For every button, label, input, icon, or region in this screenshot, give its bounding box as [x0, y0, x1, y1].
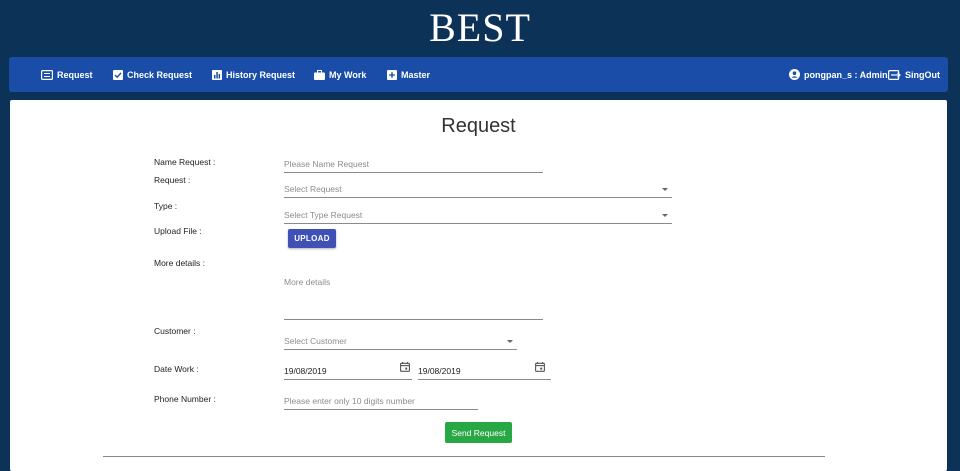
top-navbar: Request Check Request History Request My… — [9, 57, 948, 92]
customer-select-placeholder: Select Customer — [284, 336, 347, 346]
list-alt-icon — [41, 69, 53, 80]
signout-label: SingOut — [905, 69, 940, 80]
calendar-icon[interactable] — [400, 359, 410, 377]
request-form-card: Request Name Request : Please Name Reque… — [10, 100, 947, 471]
request-select-placeholder: Select Request — [284, 184, 342, 194]
bar-chart-icon — [212, 69, 222, 80]
user-menu[interactable]: pongpan_s : Admin — [789, 57, 888, 92]
plus-square-icon — [387, 69, 397, 80]
nav-item-label: My Work — [329, 69, 367, 80]
request-select[interactable]: Select Request — [284, 181, 672, 198]
app-brand: BEST — [429, 5, 531, 50]
request-label: Request : — [154, 175, 191, 185]
exit-icon — [888, 69, 901, 80]
upload-button[interactable]: UPLOAD — [288, 229, 336, 248]
signout-button[interactable]: SingOut — [888, 57, 940, 92]
date-start-input[interactable]: 19/08/2019 — [284, 362, 412, 380]
customer-label: Customer : — [154, 326, 196, 336]
check-square-icon — [113, 69, 123, 80]
more-details-textarea[interactable]: More details — [284, 273, 543, 320]
user-label: pongpan_s : Admin — [804, 69, 888, 80]
type-select-placeholder: Select Type Request — [284, 210, 363, 220]
phone-number-placeholder: Please enter only 10 digits number — [284, 396, 415, 406]
date-end-input[interactable]: 19/08/2019 — [418, 362, 551, 380]
name-request-input[interactable]: Please Name Request — [284, 156, 543, 173]
customer-select[interactable]: Select Customer — [284, 333, 517, 350]
phone-number-input[interactable]: Please enter only 10 digits number — [284, 393, 478, 410]
name-request-placeholder: Please Name Request — [284, 159, 370, 169]
chevron-down-icon — [662, 214, 668, 217]
nav-item-label: History Request — [226, 69, 296, 80]
name-request-label: Name Request : — [154, 157, 216, 167]
nav-item-check-request[interactable]: Check Request — [113, 57, 192, 92]
upload-file-label: Upload File : — [154, 226, 202, 236]
nav-item-label: Master — [401, 69, 431, 80]
date-work-label: Date Work : — [154, 364, 199, 374]
account-circle-icon — [789, 69, 800, 80]
briefcase-icon — [314, 69, 325, 80]
more-details-label: More details : — [154, 258, 206, 268]
date-start-value: 19/08/2019 — [284, 366, 327, 376]
phone-number-label: Phone Number : — [154, 394, 216, 404]
calendar-icon[interactable] — [535, 359, 545, 377]
nav-item-request[interactable]: Request — [41, 57, 93, 92]
nav-item-label: Request — [57, 69, 93, 80]
chevron-down-icon — [662, 188, 668, 191]
send-request-button[interactable]: Send Request — [445, 422, 512, 443]
nav-item-master[interactable]: Master — [387, 57, 430, 92]
date-end-value: 19/08/2019 — [418, 366, 461, 376]
chevron-down-icon — [507, 340, 513, 343]
type-label: Type : — [154, 201, 178, 211]
nav-item-label: Check Request — [127, 69, 193, 80]
type-select[interactable]: Select Type Request — [284, 207, 672, 224]
nav-item-my-work[interactable]: My Work — [314, 57, 366, 92]
nav-item-history-request[interactable]: History Request — [212, 57, 295, 92]
page-title: Request — [441, 115, 516, 137]
more-details-placeholder: More details — [284, 277, 331, 287]
form-divider — [103, 456, 825, 457]
